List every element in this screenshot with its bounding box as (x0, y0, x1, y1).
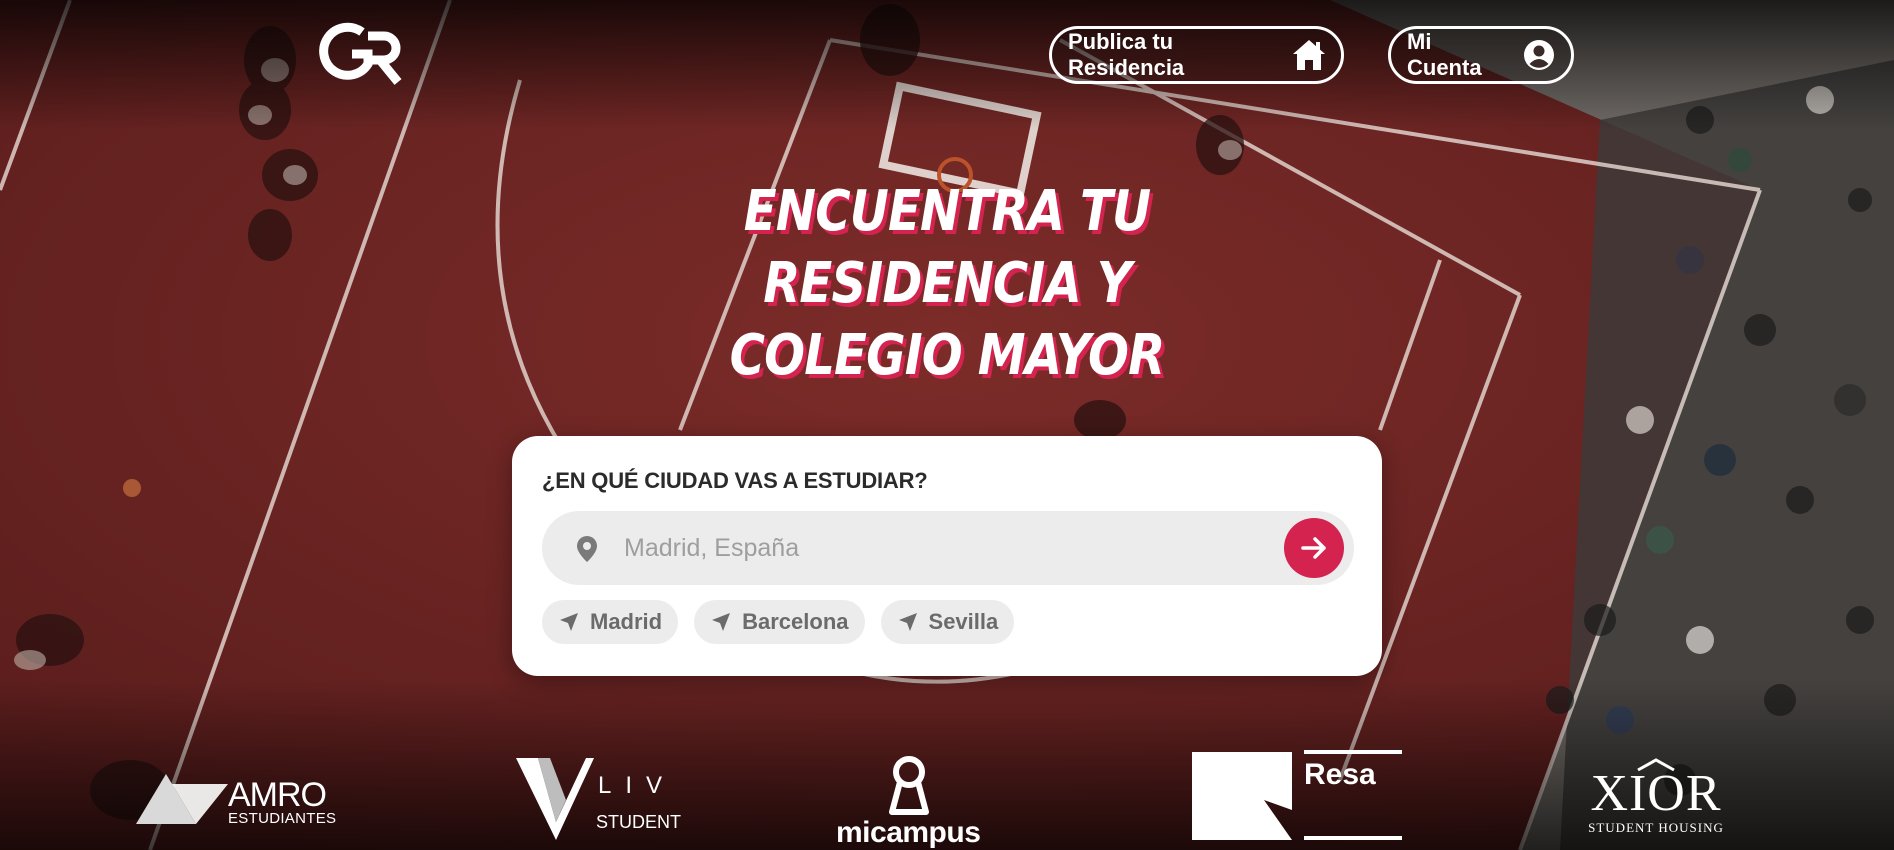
partner-logo-amro[interactable]: AMRO ESTUDIANTES (136, 770, 346, 830)
city-search-card: ¿EN QUÉ CIUDAD VAS A ESTUDIAR? Madrid Ba… (512, 436, 1382, 676)
city-chip-label: Barcelona (742, 609, 849, 634)
city-chip-sevilla[interactable]: Sevilla (880, 600, 1015, 644)
liv-v-icon (516, 758, 594, 840)
city-chip-label: Sevilla (928, 609, 999, 634)
liv-sub: STUDENT (596, 812, 681, 832)
my-account-label: Mi Cuenta (1407, 29, 1482, 80)
arrow-right-icon (1301, 537, 1326, 559)
quick-city-chips: Madrid Barcelona Sevilla (542, 600, 1015, 644)
city-search-bar[interactable] (542, 511, 1354, 585)
hero-title-line-2: RESIDENCIA Y (763, 251, 1131, 316)
liv-name: LIV (598, 772, 677, 799)
gr-logo-icon (319, 22, 402, 85)
city-chip-barcelona[interactable]: Barcelona (694, 600, 865, 644)
navigation-arrow-icon (898, 613, 917, 631)
hero-title: ENCUENTRA TU RESIDENCIA Y COLEGIO MAYOR (689, 176, 1205, 392)
city-chip-madrid[interactable]: Madrid (542, 600, 679, 644)
partner-logo-resa[interactable]: Resa (1192, 750, 1402, 842)
home-icon (1291, 37, 1327, 73)
hero-background-image (0, 0, 1894, 850)
city-chip-label: Madrid (590, 609, 663, 634)
search-submit-button[interactable] (1284, 518, 1344, 578)
my-account-button[interactable]: Mi Cuenta (1388, 26, 1574, 84)
location-pin-icon (577, 536, 597, 562)
amro-sub: ESTUDIANTES (228, 810, 337, 827)
keyhole-icon (889, 756, 929, 815)
resa-name: Resa (1304, 758, 1376, 791)
city-question-label: ¿EN QUÉ CIUDAD VAS A ESTUDIAR? (542, 468, 928, 493)
hero-title-line-3: COLEGIO MAYOR (729, 323, 1166, 388)
publish-residence-button[interactable]: Publica tu Residencia (1049, 26, 1344, 84)
site-logo[interactable] (318, 22, 410, 86)
user-avatar-icon (1522, 37, 1557, 73)
partner-logo-xior[interactable]: XIOR STUDENT HOUSING (1556, 758, 1756, 835)
city-search-input[interactable] (624, 527, 1224, 569)
xior-sub: STUDENT HOUSING (1588, 820, 1724, 835)
xior-roof-icon (1637, 758, 1675, 772)
partner-logo-micampus[interactable]: micampus (834, 756, 984, 849)
micampus-name: micampus (836, 816, 981, 849)
publish-residence-label: Publica tu Residencia (1068, 29, 1185, 80)
hero-title-line-1: ENCUENTRA TU (743, 179, 1151, 244)
navigation-arrow-icon (560, 613, 578, 631)
partner-logo-liv-student[interactable]: LIV STUDENT (516, 754, 681, 840)
amro-triangle-icon (136, 774, 228, 824)
navigation-arrow-icon (712, 613, 731, 631)
partner-logos-strip: AMRO ESTUDIANTES LIV STUDENT micampus Re… (0, 740, 1894, 850)
xior-name: XIOR (1590, 765, 1722, 822)
